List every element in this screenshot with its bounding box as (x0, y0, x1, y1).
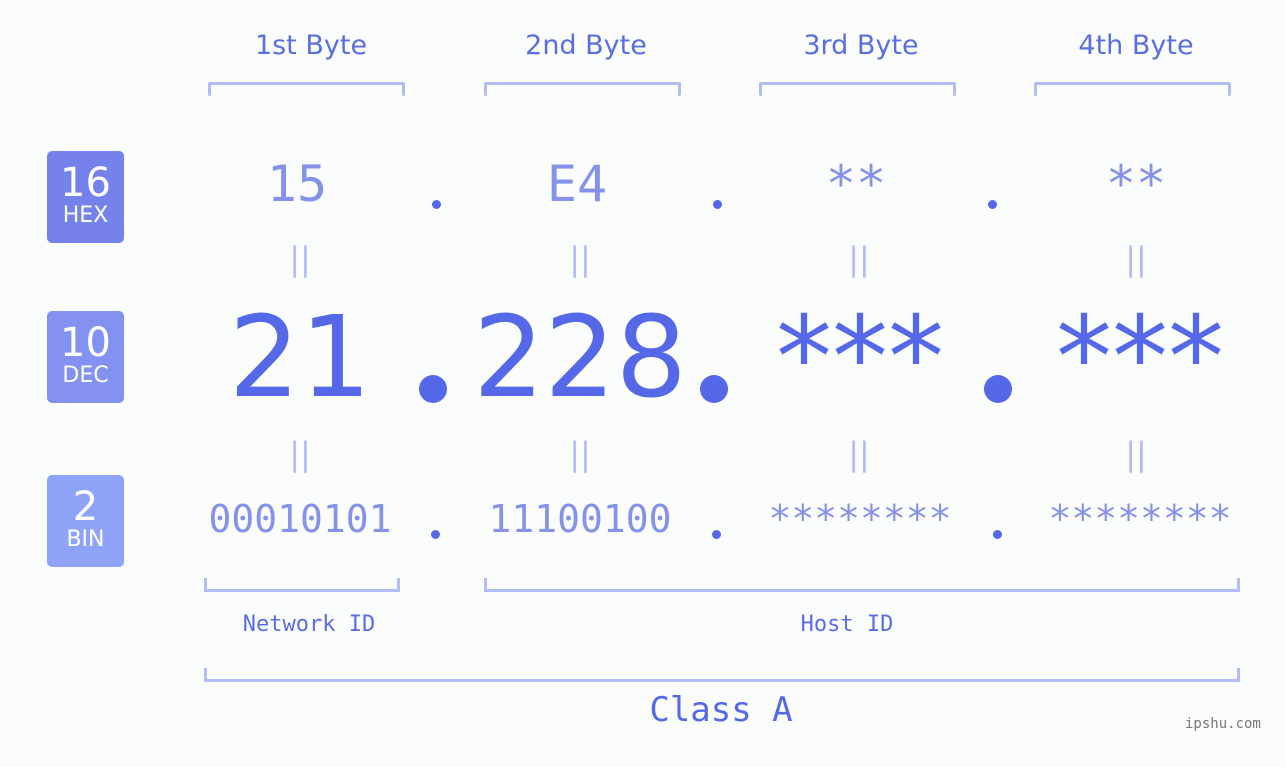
hex-value-3: ** (825, 155, 887, 213)
equals-icon: || (289, 435, 311, 473)
dec-value-4: *** (1056, 293, 1224, 423)
hex-separator-dot-3 (988, 200, 997, 209)
equals-icon: || (569, 435, 591, 473)
bin-value-4: ******** (1048, 497, 1232, 541)
bin-value-2: 11100100 (488, 497, 672, 541)
bin-separator-dot-3 (993, 530, 1002, 539)
watermark: ipshu.com (1185, 716, 1261, 732)
network-id-label: Network ID (242, 612, 376, 637)
host-id-bracket (484, 578, 1240, 592)
equals-icon: || (848, 435, 870, 473)
bin-value-3: ******** (768, 497, 952, 541)
dec-separator-dot-1 (419, 375, 447, 403)
bin-badge-number: 2 (72, 484, 99, 530)
byte-header-2: 2nd Byte (525, 30, 647, 61)
hex-value-2: E4 (546, 155, 608, 213)
byte-header-3: 3rd Byte (803, 30, 919, 61)
hex-separator-dot-2 (713, 200, 722, 209)
class-bracket (204, 668, 1240, 682)
dec-badge-label: DEC (62, 363, 109, 388)
hex-value-1: 15 (266, 155, 328, 213)
bin-badge-label: BIN (66, 527, 105, 552)
hex-value-4: ** (1105, 155, 1167, 213)
byte-bracket-2 (484, 82, 681, 96)
byte-header-1: 1st Byte (254, 30, 368, 61)
hex-badge-label: HEX (62, 203, 109, 228)
class-label: Class A (649, 690, 793, 730)
bin-separator-dot-2 (712, 530, 721, 539)
byte-bracket-4 (1034, 82, 1231, 96)
dec-separator-dot-3 (984, 375, 1012, 403)
byte-bracket-1 (208, 82, 405, 96)
network-id-bracket (204, 578, 400, 592)
dec-separator-dot-2 (700, 375, 728, 403)
hex-badge: 16 HEX (47, 151, 124, 243)
dec-badge-number: 10 (60, 320, 111, 366)
dec-value-1: 21 (228, 293, 372, 423)
bin-value-1: 00010101 (208, 497, 392, 541)
dec-badge: 10 DEC (47, 311, 124, 403)
bin-separator-dot-1 (431, 530, 440, 539)
hex-separator-dot-1 (432, 200, 441, 209)
equals-icon: || (848, 240, 870, 278)
byte-header-4: 4th Byte (1078, 30, 1194, 61)
equals-icon: || (1125, 240, 1147, 278)
dec-value-3: *** (776, 293, 944, 423)
hex-badge-number: 16 (60, 160, 111, 206)
dec-value-2: 228 (473, 293, 687, 423)
equals-icon: || (289, 240, 311, 278)
equals-icon: || (569, 240, 591, 278)
equals-icon: || (1125, 435, 1147, 473)
byte-bracket-3 (759, 82, 956, 96)
host-id-label: Host ID (800, 612, 894, 637)
bin-badge: 2 BIN (47, 475, 124, 567)
